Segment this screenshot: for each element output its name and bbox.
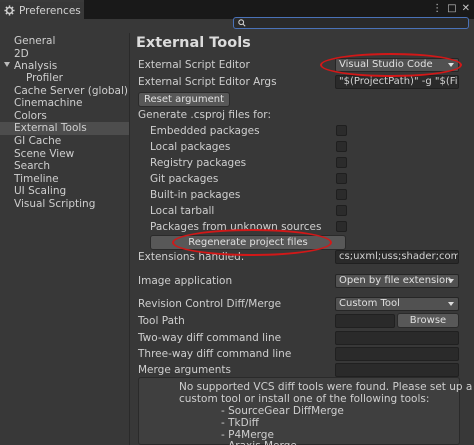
- help-line: - TkDiff: [221, 417, 259, 429]
- embedded-packages-label: Embedded packages: [150, 125, 260, 137]
- help-line: - Araxis Merge: [221, 440, 297, 445]
- image-application-label: Image application: [138, 275, 233, 287]
- git-packages-label: Git packages: [150, 173, 219, 185]
- revision-control-label: Revision Control Diff/Merge: [138, 298, 282, 310]
- window-controls: ⋮ □ ✕: [432, 3, 470, 14]
- csproj-label: Generate .csproj files for:: [138, 109, 271, 121]
- gear-icon: [4, 5, 15, 16]
- three-way-diff-field[interactable]: [335, 347, 459, 361]
- sidebar-item-cinemachine[interactable]: Cinemachine: [14, 97, 83, 110]
- sidebar-item-general[interactable]: General: [14, 35, 55, 48]
- registry-packages-label: Registry packages: [150, 157, 247, 169]
- search-input[interactable]: [233, 17, 469, 29]
- tool-path-label: Tool Path: [138, 315, 185, 327]
- merge-arguments-label: Merge arguments: [138, 364, 231, 376]
- page-title: External Tools: [136, 35, 251, 51]
- image-application-dropdown[interactable]: Open by file extension: [335, 274, 459, 288]
- browse-button[interactable]: Browse: [397, 313, 459, 328]
- maximize-icon[interactable]: □: [447, 3, 456, 14]
- builtin-packages-label: Built-in packages: [150, 189, 241, 201]
- help-line: No supported VCS diff tools were found. …: [179, 381, 473, 393]
- three-way-diff-label: Three-way diff command line: [138, 348, 292, 360]
- unknown-sources-checkbox[interactable]: [336, 221, 347, 232]
- window-title: Preferences: [19, 4, 81, 17]
- local-tarball-label: Local tarball: [150, 205, 215, 217]
- script-args-field[interactable]: "$(ProjectPath)" -g "$(File: [335, 75, 459, 89]
- help-line: - SourceGear DiffMerge: [221, 405, 344, 417]
- sidebar-item-external-tools[interactable]: External Tools: [0, 122, 129, 135]
- sidebar-item-visual-scripting[interactable]: Visual Scripting: [14, 198, 95, 211]
- local-packages-checkbox[interactable]: [336, 141, 347, 152]
- vcs-help-box: No supported VCS diff tools were found. …: [138, 377, 472, 445]
- close-icon[interactable]: ✕: [462, 3, 470, 14]
- script-args-label: External Script Editor Args: [138, 76, 277, 88]
- two-way-diff-label: Two-way diff command line: [138, 332, 282, 344]
- expand-triangle-icon[interactable]: [4, 62, 10, 67]
- local-packages-label: Local packages: [150, 141, 231, 153]
- help-line: custom tool or install one of the follow…: [179, 393, 430, 405]
- reset-argument-button[interactable]: Reset argument: [138, 92, 230, 107]
- sidebar-item-search[interactable]: Search: [14, 160, 50, 173]
- local-tarball-checkbox[interactable]: [336, 205, 347, 216]
- more-options-icon[interactable]: ⋮: [432, 3, 442, 14]
- highlight-ring-script-editor: [320, 53, 462, 77]
- search-icon: [238, 19, 246, 27]
- tool-path-field[interactable]: [335, 314, 395, 328]
- merge-arguments-field[interactable]: [335, 363, 459, 377]
- sidebar-item-gi-cache[interactable]: GI Cache: [14, 135, 61, 148]
- git-packages-checkbox[interactable]: [336, 173, 347, 184]
- sidebar-item-ui-scaling[interactable]: UI Scaling: [14, 185, 66, 198]
- revision-control-value: Custom Tool: [339, 298, 400, 309]
- highlight-ring-regenerate: [172, 229, 332, 256]
- registry-packages-checkbox[interactable]: [336, 157, 347, 168]
- window-tab[interactable]: Preferences: [0, 0, 84, 19]
- sidebar-item-profiler[interactable]: Profiler: [26, 72, 63, 85]
- script-editor-label: External Script Editor: [138, 59, 250, 71]
- embedded-packages-checkbox[interactable]: [336, 125, 347, 136]
- image-application-value: Open by file extension: [339, 275, 452, 286]
- extensions-field[interactable]: cs;uxml;uss;shader;compu: [335, 250, 459, 264]
- two-way-diff-field[interactable]: [335, 331, 459, 345]
- builtin-packages-checkbox[interactable]: [336, 189, 347, 200]
- chevron-down-icon: [448, 279, 454, 283]
- revision-control-dropdown[interactable]: Custom Tool: [335, 297, 459, 311]
- chevron-down-icon: [448, 302, 454, 306]
